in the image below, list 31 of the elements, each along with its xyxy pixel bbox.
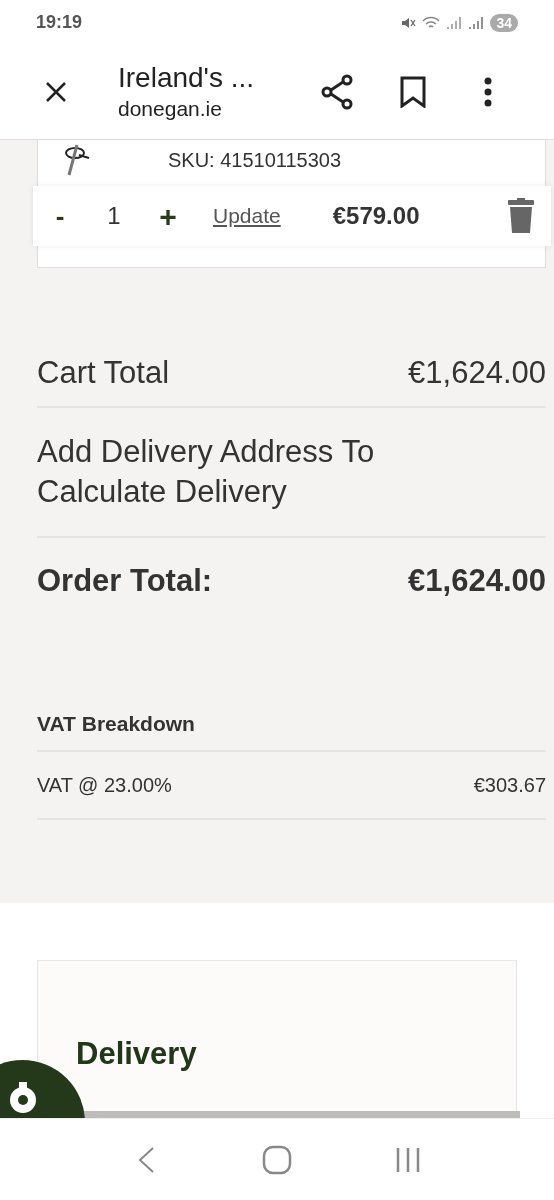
- item-price: €579.00: [332, 201, 420, 231]
- page-url: donegan.ie: [118, 96, 223, 122]
- recents-icon: [395, 1145, 422, 1174]
- delivery-title: Delivery: [76, 1036, 197, 1071]
- trash-icon: [507, 198, 535, 234]
- increase-button[interactable]: +: [153, 193, 183, 239]
- delivery-note: Add Delivery Address To Calculate Delivery: [37, 433, 376, 511]
- cart-total-label: Cart Total: [37, 353, 170, 392]
- wifi-icon: [422, 14, 441, 31]
- battery-indicator: 34: [490, 13, 518, 32]
- cart-total-value: €1,624.00: [408, 353, 546, 392]
- signal-icon: [468, 15, 485, 30]
- bookmark-icon: [400, 76, 426, 108]
- quantity-field[interactable]: 1: [99, 198, 129, 234]
- order-total-value: €1,624.00: [408, 561, 546, 600]
- page-title: Ireland's ...: [118, 61, 256, 95]
- share-icon: [321, 74, 355, 110]
- vat-label: VAT @ 23.00%: [37, 773, 172, 798]
- status-time: 19:19: [36, 11, 83, 34]
- signal-icon: [446, 15, 463, 30]
- more-icon: [484, 77, 492, 107]
- vat-title: VAT Breakdown: [37, 704, 546, 752]
- order-total-label: Order Total:: [37, 561, 213, 600]
- close-icon: [44, 80, 68, 104]
- update-link[interactable]: Update: [213, 200, 281, 232]
- decrease-button[interactable]: -: [45, 196, 75, 236]
- item-sku: SKU: 41510115303: [168, 148, 342, 173]
- home-icon: [262, 1144, 292, 1175]
- back-icon: [136, 1145, 155, 1174]
- product-thumbnail: [63, 143, 91, 177]
- vat-amount: €303.67: [473, 773, 546, 798]
